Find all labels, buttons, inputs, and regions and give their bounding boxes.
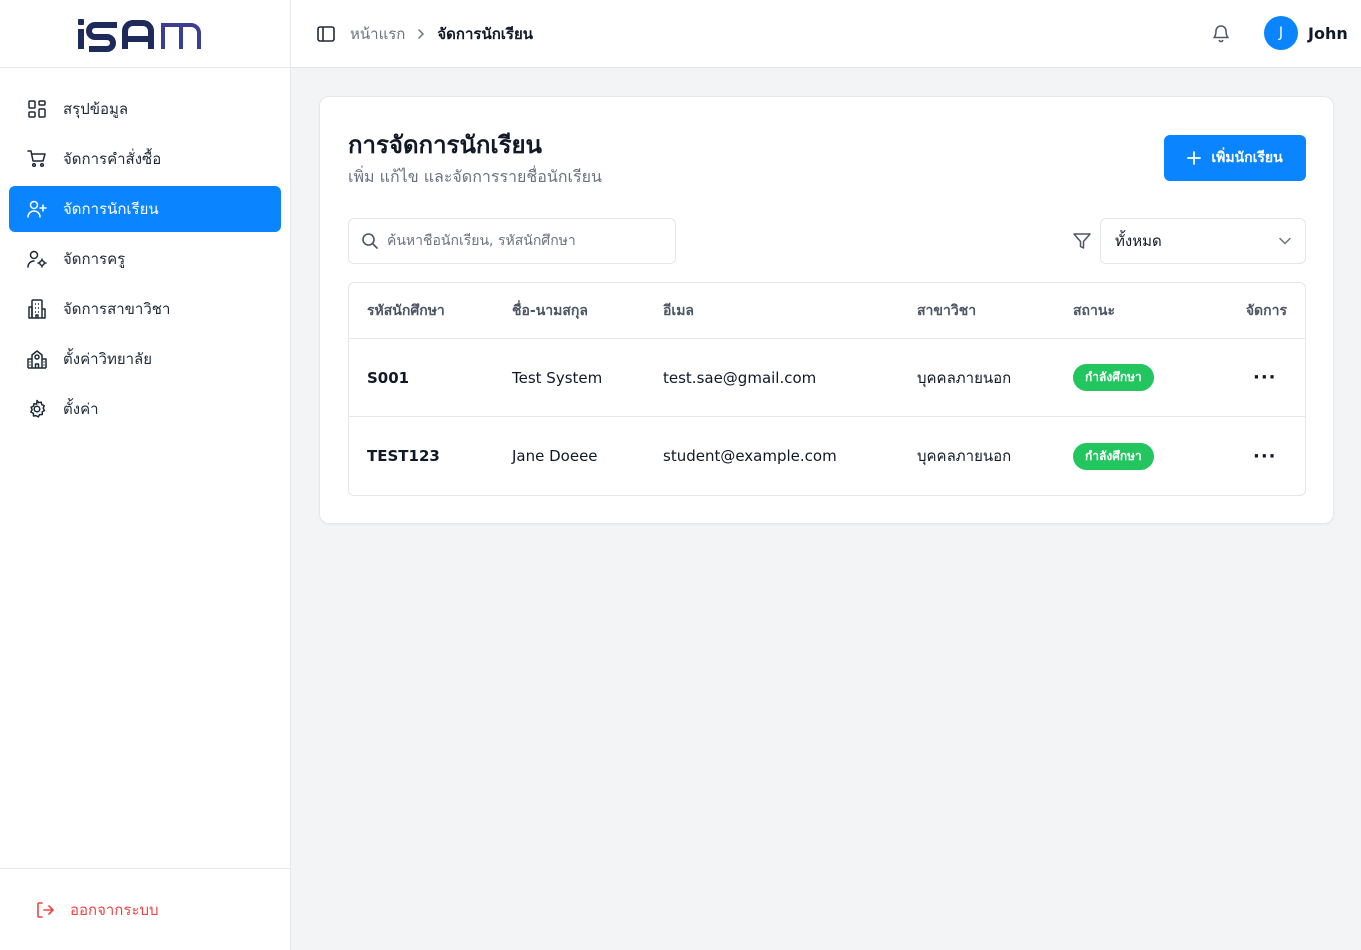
- row-actions-button[interactable]: ···: [1253, 446, 1277, 467]
- sidebar-item-dashboard[interactable]: สรุปข้อมูล: [9, 86, 281, 132]
- search-box: [348, 218, 676, 264]
- student-email-cell: test.sae@gmail.com: [663, 368, 817, 387]
- sidebar-item-majors[interactable]: จัดการสาขาวิชา: [9, 286, 281, 332]
- column-header-email[interactable]: อีเมล: [663, 300, 694, 322]
- student-email-cell: student@example.com: [663, 447, 837, 465]
- table-header: รหัสนักศึกษา ชื่อ-นามสกุล อีเมล สาขาวิชา…: [349, 283, 1305, 339]
- sidebar-item-label: ตั้งค่าวิทยาลัย: [63, 350, 153, 368]
- bell-icon: [1213, 25, 1229, 43]
- column-header-actions: จัดการ: [1245, 302, 1287, 319]
- add-student-label: เพิ่มนักเรียน: [1211, 150, 1283, 166]
- students-table: รหัสนักศึกษา ชื่อ-นามสกุล อีเมล สาขาวิชา…: [348, 282, 1306, 496]
- breadcrumb: หน้าแรก จัดการนักเรียน: [350, 22, 533, 46]
- column-header-major[interactable]: สาขาวิชา: [917, 300, 976, 322]
- cart-icon: [27, 149, 47, 169]
- sidebar-item-label: จัดการนักเรียน: [63, 200, 159, 218]
- column-header-student-id[interactable]: รหัสนักศึกษา: [367, 300, 445, 322]
- table-row[interactable]: S001 Test System test.sae@gmail.com บุคค…: [349, 339, 1305, 417]
- student-major-cell: บุคคลภายนอก: [917, 368, 1012, 387]
- user-name: John: [1308, 23, 1348, 43]
- sidebar-item-label: ตั้งค่า: [63, 400, 99, 418]
- chevron-right-icon: [416, 28, 426, 40]
- student-id-cell: TEST123: [367, 447, 440, 465]
- search-icon: [362, 233, 378, 249]
- student-management-card: การจัดการนักเรียน เพิ่ม แก้ไข และจัดการร…: [319, 96, 1334, 524]
- building-icon: [27, 299, 47, 319]
- gear-icon: [27, 399, 47, 419]
- student-name-cell: Test System: [512, 368, 603, 387]
- student-id-cell: S001: [367, 368, 410, 387]
- dashboard-icon: [27, 99, 47, 119]
- sidebar-item-settings[interactable]: ตั้งค่า: [9, 386, 281, 432]
- logo[interactable]: [0, 0, 290, 68]
- user-menu[interactable]: J John: [1264, 16, 1348, 50]
- sidebar-item-label: จัดการครู: [63, 250, 126, 268]
- top-bar: หน้าแรก จัดการนักเรียน J John: [291, 0, 1361, 68]
- sidebar-footer: ออกจากระบบ: [0, 868, 290, 950]
- breadcrumb-home-link[interactable]: หน้าแรก: [350, 22, 405, 46]
- panel-left-icon: [317, 25, 335, 42]
- status-badge: กำลังศึกษา: [1073, 364, 1154, 391]
- breadcrumb-current: จัดการนักเรียน: [437, 24, 534, 43]
- table-row[interactable]: TEST123 Jane Doeee student@example.com บ…: [349, 417, 1305, 495]
- filter-button[interactable]: [1072, 231, 1092, 255]
- user-cog-icon: [27, 249, 47, 269]
- status-filter-value: ทั้งหมด: [1115, 232, 1162, 250]
- student-name-cell: Jane Doeee: [512, 447, 598, 465]
- status-filter-select[interactable]: ทั้งหมด: [1100, 218, 1306, 264]
- sidebar-item-label: จัดการคำสั่งซื้อ: [63, 150, 162, 168]
- sidebar-item-teachers[interactable]: จัดการครู: [9, 236, 281, 282]
- search-input[interactable]: [387, 233, 667, 249]
- column-header-name[interactable]: ชื่อ-นามสกุล: [512, 300, 588, 322]
- plus-icon: [1187, 151, 1202, 165]
- notification-button[interactable]: [1212, 23, 1230, 47]
- sidebar: สรุปข้อมูล จัดการคำสั่งซื้อ จัดการนักเรี…: [0, 0, 291, 950]
- logout-icon: [36, 901, 54, 919]
- user-plus-icon: [27, 199, 47, 219]
- logout-label: ออกจากระบบ: [70, 900, 159, 919]
- sidebar-item-orders[interactable]: จัดการคำสั่งซื้อ: [9, 136, 281, 182]
- logout-button[interactable]: ออกจากระบบ: [36, 898, 159, 922]
- row-actions-button[interactable]: ···: [1253, 367, 1277, 388]
- sidebar-item-students[interactable]: จัดการนักเรียน: [9, 186, 281, 232]
- sidebar-item-college-settings[interactable]: ตั้งค่าวิทยาลัย: [9, 336, 281, 382]
- school-icon: [27, 349, 47, 369]
- student-major-cell: บุคคลภายนอก: [917, 447, 1012, 465]
- add-student-button[interactable]: เพิ่มนักเรียน: [1164, 135, 1306, 181]
- filter-icon: [1073, 233, 1091, 249]
- sidebar-item-label: จัดการสาขาวิชา: [63, 300, 171, 318]
- column-header-status[interactable]: สถานะ: [1073, 300, 1115, 322]
- page-title: การจัดการนักเรียน: [348, 131, 542, 159]
- page-subtitle: เพิ่ม แก้ไข และจัดการรายชื่อนักเรียน: [348, 167, 602, 186]
- sidebar-item-label: สรุปข้อมูล: [63, 100, 129, 118]
- chevron-down-icon: [1279, 237, 1291, 245]
- isam-logo-icon: [78, 18, 201, 52]
- avatar: J: [1264, 16, 1298, 50]
- sidebar-toggle-button[interactable]: [316, 24, 336, 44]
- sidebar-nav: สรุปข้อมูล จัดการคำสั่งซื้อ จัดการนักเรี…: [0, 68, 290, 432]
- status-badge: กำลังศึกษา: [1073, 442, 1154, 470]
